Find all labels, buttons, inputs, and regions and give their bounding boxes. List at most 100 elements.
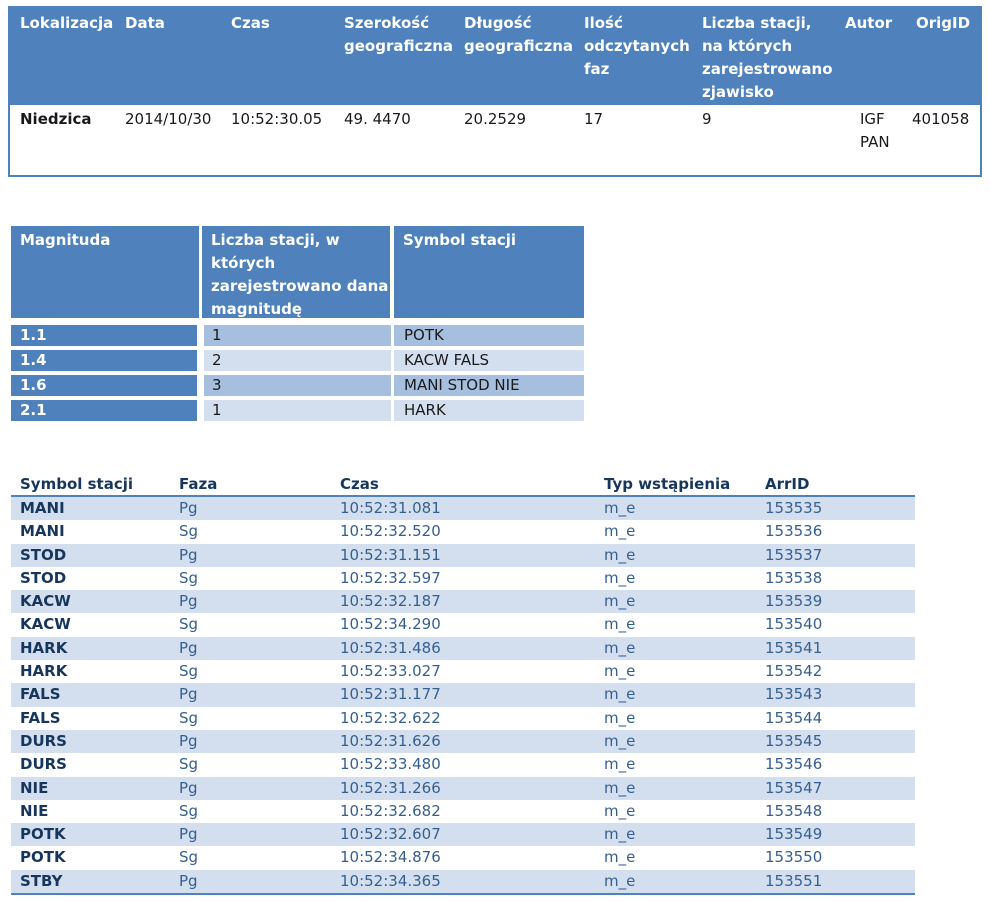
value-szerokosc: 49. 4470 [344,110,411,128]
arrival-station: POTK [20,825,66,844]
magnitude-station-symbols: HARK [394,400,584,421]
arrival-time: 10:52:32.520 [340,522,441,541]
arrival-phase: Sg [179,708,199,727]
arrival-row: DURS Sg 10:52:33.480 m_e 153546 [11,753,915,776]
arrival-time: 10:52:34.290 [340,615,441,634]
magnitude-station-symbols: MANI STOD NIE [394,375,584,396]
arrival-arrid: 153535 [765,499,823,517]
arrival-row: NIE Sg 10:52:32.682 m_e 153548 [11,800,915,823]
arrivals-table-header: Symbol stacji Faza Czas Typ wstąpienia A… [11,474,915,497]
value-data: 2014/10/30 [125,110,212,128]
arrival-station: KACW [20,615,71,634]
arrival-onset-type: m_e [604,499,636,517]
arrival-onset-type: m_e [604,592,636,611]
arrival-arrid: 153549 [765,825,823,844]
arrival-phase: Sg [179,848,199,867]
arrival-onset-type: m_e [604,615,636,634]
arrival-station: MANI [20,499,65,517]
arrival-station: HARK [20,662,68,681]
magnitude-station-symbols: KACW FALS [394,350,584,371]
arrival-row: FALS Sg 10:52:32.622 m_e 153544 [11,707,915,730]
arrival-time: 10:52:31.266 [340,778,441,797]
arrival-arrid: 153544 [765,708,823,727]
magnitude-station-count: 3 [204,375,391,396]
arrival-onset-type: m_e [604,778,636,797]
arrival-time: 10:52:32.597 [340,568,441,587]
arrival-onset-type: m_e [604,545,636,564]
arrival-phase: Pg [179,499,198,517]
arrival-row: FALS Pg 10:52:31.177 m_e 153543 [11,683,915,707]
magnitude-value: 1.1 [11,325,197,346]
magnitude-value: 2.1 [11,400,197,421]
arrival-time: 10:52:31.177 [340,685,441,704]
arrival-arrid: 153540 [765,615,823,634]
value-ilosc-faz: 17 [584,110,604,128]
header-autor: Autor [845,14,893,32]
arrival-onset-type: m_e [604,871,636,890]
header-czas: Czas [340,475,379,493]
arrival-row: POTK Sg 10:52:34.876 m_e 153550 [11,846,915,869]
arrival-phase: Pg [179,685,198,704]
arrival-onset-type: m_e [604,801,636,820]
header-magnituda: Magnituda [11,226,199,318]
arrival-arrid: 153547 [765,778,823,797]
header-liczba-stacji: Liczba stacji, na których zarejestrowano… [702,14,833,101]
arrival-station: HARK [20,638,68,657]
arrival-row: NIE Pg 10:52:31.266 m_e 153547 [11,776,915,800]
arrival-onset-type: m_e [604,731,636,750]
arrival-time: 10:52:32.607 [340,825,441,844]
arrival-phase: Pg [179,638,198,657]
arrival-arrid: 153551 [765,871,823,890]
arrival-row: STOD Pg 10:52:31.151 m_e 153537 [11,543,915,567]
header-typ-wstapienia: Typ wstąpienia [604,475,731,493]
arrival-phase: Sg [179,755,199,774]
header-arrid: ArrID [765,475,810,493]
arrival-time: 10:52:32.682 [340,801,441,820]
arrival-row: MANI Sg 10:52:32.520 m_e 153536 [11,520,915,543]
arrival-phase: Pg [179,871,198,890]
arrival-row: KACW Pg 10:52:32.187 m_e 153539 [11,590,915,614]
arrival-arrid: 153545 [765,731,823,750]
arrival-onset-type: m_e [604,522,636,541]
header-lokalizacja: Lokalizacja [20,14,114,32]
value-lokalizacja: Niedzica [20,110,92,128]
value-czas: 10:52:30.05 [231,110,323,128]
header-liczba-stacji-magnituda: Liczba stacji, w których zarejestrowano … [202,226,390,318]
arrival-row: DURS Pg 10:52:31.626 m_e 153545 [11,729,915,754]
arrival-arrid: 153550 [765,848,823,867]
magnitude-station-count: 2 [204,350,391,371]
arrival-arrid: 153538 [765,568,823,587]
arrival-arrid: 153548 [765,801,823,820]
arrival-phase: Pg [179,592,198,611]
arrival-phase: Pg [179,731,198,750]
arrival-onset-type: m_e [604,638,636,657]
arrival-onset-type: m_e [604,825,636,844]
arrival-station: POTK [20,848,66,867]
header-symbol-stacji: Symbol stacji [20,475,134,493]
event-table: Lokalizacja Data Czas Szerokość geografi… [8,6,982,177]
arrival-station: DURS [20,755,67,774]
arrival-phase: Pg [179,545,198,564]
magnitude-station-count: 1 [204,400,391,421]
arrival-time: 10:52:34.876 [340,848,441,867]
arrival-phase: Pg [179,825,198,844]
header-czas: Czas [231,14,270,32]
arrival-station: FALS [20,685,61,704]
arrival-station: NIE [20,778,49,797]
arrivals-table-bottom-rule [11,893,915,896]
arrival-station: STOD [20,545,67,564]
arrival-onset-type: m_e [604,568,636,587]
arrival-phase: Sg [179,522,199,541]
arrival-time: 10:52:31.486 [340,638,441,657]
arrival-arrid: 153546 [765,755,823,774]
arrival-time: 10:52:31.151 [340,545,441,564]
arrivals-table-body: MANI Pg 10:52:31.081 m_e 153535 MANI Sg 10:52:3… [11,497,915,894]
magnitude-station-symbols: POTK [394,325,584,346]
arrival-phase: Sg [179,801,199,820]
header-origid: OrigID [916,14,971,32]
header-dlugosc: Długość geograficzna [464,14,574,55]
value-autor: IGF PAN [860,110,890,151]
arrival-time: 10:52:32.187 [340,592,441,611]
arrival-arrid: 153536 [765,522,823,541]
header-szerokosc: Szerokość geograficzna [344,14,454,55]
